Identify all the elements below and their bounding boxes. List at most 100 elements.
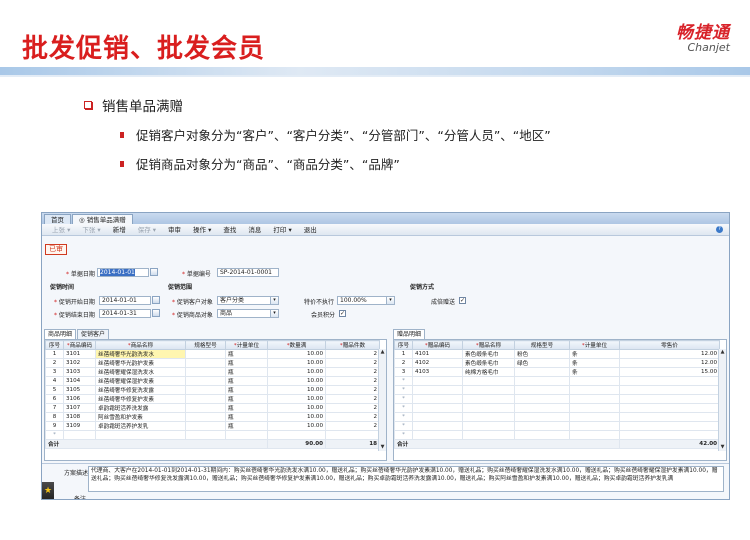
table-cell[interactable]: 7 — [45, 403, 64, 413]
table-row[interactable]: 6 3106 丝蓓绮奢华修复护发素 瓶 10.00 2 — [45, 394, 380, 404]
audit-button[interactable]: 审审 — [162, 225, 187, 235]
table-cell[interactable]: * — [45, 430, 64, 440]
table-cell[interactable]: 阿丝雪盈和护发素 — [95, 412, 186, 422]
table-cell[interactable]: 卓韵霜斑活养护发乳 — [95, 421, 186, 431]
table-row[interactable]: 3 3103 丝蓓绮奢耀保湿洗发水 瓶 10.00 2 — [45, 367, 380, 377]
table-cell[interactable] — [569, 421, 620, 431]
table-cell[interactable] — [569, 385, 620, 395]
table-cell[interactable]: 2 — [325, 358, 380, 368]
goods-obj-select[interactable]: 商品 — [217, 309, 271, 318]
table-cell[interactable]: 3104 — [63, 376, 96, 386]
table-cell[interactable]: 1 — [45, 349, 64, 359]
table-cell[interactable] — [462, 430, 515, 440]
table-cell[interactable] — [462, 412, 515, 422]
table-cell[interactable]: 4103 — [412, 367, 463, 377]
tab-gift-detail[interactable]: 赠品明细 — [393, 329, 426, 339]
column-header[interactable]: 序号 — [394, 340, 413, 350]
column-header[interactable]: *计量单位 — [225, 340, 268, 350]
end-date-field[interactable]: 2014-01-31 — [99, 309, 151, 318]
table-cell[interactable] — [619, 394, 720, 404]
table-cell[interactable] — [63, 430, 96, 440]
table-cell[interactable]: 卓韵霜斑活养洗发露 — [95, 403, 186, 413]
table-row[interactable]: 2 3102 丝蓓绮奢华光韵护发素瓶 10.00 2 — [45, 358, 380, 368]
table-cell[interactable]: 8 — [45, 412, 64, 422]
table-cell[interactable] — [412, 394, 463, 404]
table-cell[interactable]: 瓶 — [225, 412, 268, 422]
save-button[interactable]: 保存 ▾ — [132, 225, 162, 235]
table-cell[interactable] — [619, 376, 720, 386]
table-cell[interactable] — [514, 376, 570, 386]
table-cell[interactable]: 3105 — [63, 385, 96, 395]
table-cell[interactable] — [185, 385, 226, 395]
table-cell[interactable]: 2 — [45, 358, 64, 368]
table-cell[interactable]: 10.00 — [267, 376, 326, 386]
scroll-down-icon[interactable]: ▼ — [719, 444, 726, 451]
table-cell[interactable] — [619, 421, 720, 431]
column-header[interactable]: 序号 — [45, 340, 64, 350]
doc-no-field[interactable]: SP-2014-01-0001 — [217, 268, 279, 277]
table-row[interactable]: 4 3104 丝蓓绮奢耀保湿护发素 瓶 10.00 2 — [45, 376, 380, 386]
table-row[interactable]: 8 3108 阿丝雪盈和护发素 瓶 10.00 2 — [45, 412, 380, 422]
table-cell[interactable] — [185, 421, 226, 431]
table-cell[interactable] — [185, 403, 226, 413]
table-cell[interactable] — [619, 385, 720, 395]
column-header[interactable]: 零售价 — [619, 340, 720, 350]
tab-promo-customers[interactable]: 促销客户 — [77, 329, 110, 339]
table-cell[interactable]: * — [394, 394, 413, 404]
table-cell[interactable] — [185, 430, 226, 440]
table-cell[interactable]: 素色缎条毛巾 — [462, 349, 515, 359]
member-points-checkbox[interactable]: ✓ — [339, 310, 346, 317]
table-cell[interactable] — [514, 412, 570, 422]
table-cell[interactable]: 绿色 — [514, 358, 570, 368]
gift-multiple-checkbox[interactable]: ✓ — [459, 297, 466, 304]
table-cell[interactable] — [462, 394, 515, 404]
table-row[interactable]: 5 3105 丝蓓绮奢华修复洗发露 瓶 10.00 2 — [45, 385, 380, 395]
chevron-down-icon[interactable]: ▾ — [271, 309, 279, 318]
scroll-up-icon[interactable]: ▲ — [719, 349, 726, 356]
table-cell[interactable]: * — [394, 430, 413, 440]
scroll-down-icon[interactable]: ▼ — [379, 444, 386, 451]
table-row[interactable]: * — [394, 376, 720, 386]
table-cell[interactable] — [569, 403, 620, 413]
table-row[interactable]: 1 3101 丝蓓绮奢华光韵洗发水 瓶 10.00 2 — [45, 349, 380, 359]
table-cell[interactable]: 2 — [325, 421, 380, 431]
table-cell[interactable]: 瓶 — [225, 358, 268, 368]
table-cell[interactable]: * — [394, 403, 413, 413]
table-cell[interactable]: 3102 — [63, 358, 96, 368]
table-cell[interactable] — [462, 421, 515, 431]
table-cell[interactable] — [514, 394, 570, 404]
table-row[interactable]: 7 3107 卓韵霜斑活养洗发露 瓶 10.00 2 — [45, 403, 380, 413]
table-cell[interactable]: 瓶 — [225, 376, 268, 386]
column-header[interactable]: *赠品件数 — [325, 340, 380, 350]
table-cell[interactable]: 10.00 — [267, 412, 326, 422]
table-cell[interactable] — [412, 430, 463, 440]
operation-button[interactable]: 操作 ▾ — [187, 225, 217, 235]
table-cell[interactable] — [412, 421, 463, 431]
table-cell[interactable]: 条 — [569, 367, 620, 377]
table-cell[interactable]: 瓶 — [225, 349, 268, 359]
table-cell[interactable]: 条 — [569, 358, 620, 368]
table-cell[interactable] — [185, 349, 226, 359]
table-cell[interactable] — [619, 430, 720, 440]
star-icon[interactable]: ★ — [42, 482, 54, 499]
table-cell[interactable]: 10.00 — [267, 367, 326, 377]
exit-button[interactable]: 退出 — [298, 225, 323, 235]
table-cell[interactable]: 2 — [325, 394, 380, 404]
column-header[interactable]: *赠品名称 — [462, 340, 515, 350]
chevron-down-icon[interactable]: ▾ — [387, 296, 395, 305]
table-cell[interactable]: 3 — [45, 367, 64, 377]
table-cell[interactable] — [412, 403, 463, 413]
table-cell[interactable]: 瓶 — [225, 403, 268, 413]
table-row[interactable]: 1 4101 素色缎条毛巾 粉色条 12.00 — [394, 349, 720, 359]
table-cell[interactable]: 粉色 — [514, 349, 570, 359]
table-row[interactable]: 9 3109 卓韵霜斑活养护发乳 瓶 10.00 2 — [45, 421, 380, 431]
table-cell[interactable]: 2 — [325, 403, 380, 413]
table-cell[interactable]: 素色缎条毛巾 — [462, 358, 515, 368]
table-cell[interactable] — [569, 412, 620, 422]
table-cell[interactable] — [514, 430, 570, 440]
table-cell[interactable]: 10.00 — [267, 421, 326, 431]
table-cell[interactable]: 15.00 — [619, 367, 720, 377]
table-row[interactable]: * — [394, 412, 720, 422]
table-cell[interactable] — [185, 412, 226, 422]
table-cell[interactable] — [185, 358, 226, 368]
